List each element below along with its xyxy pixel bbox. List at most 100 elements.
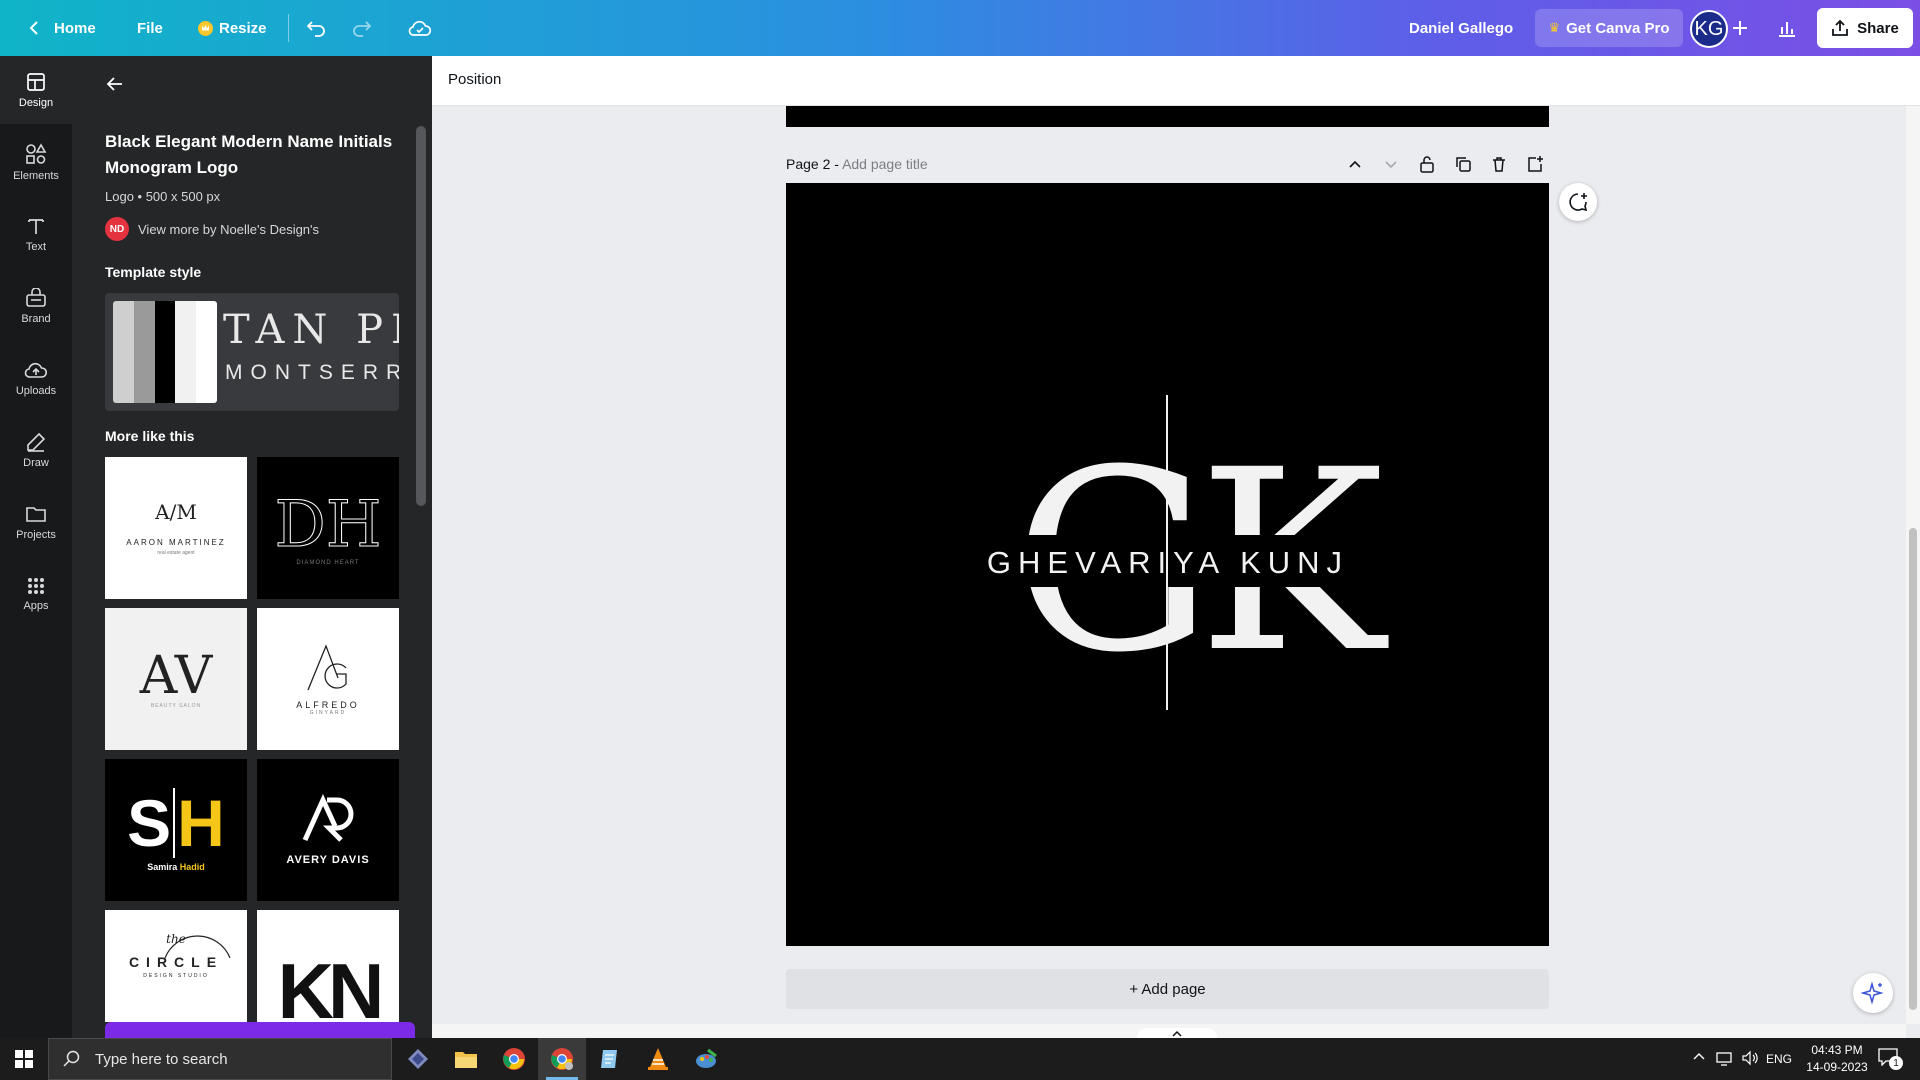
input-language[interactable]: ENG [1766,1052,1792,1066]
template-thumb-circle[interactable]: the CIRCLE DESIGN STUDIO [105,910,247,1022]
template-meta: Logo • 500 x 500 px [105,189,221,204]
chrome-icon [503,1048,525,1070]
user-name-label: Daniel Gallego [1409,19,1514,37]
network-icon [1716,1052,1732,1066]
undo-icon [306,21,325,37]
thumb-name: ALFREDO [296,700,360,710]
rail-item-apps[interactable]: Apps [0,560,72,628]
insights-button[interactable] [1777,0,1797,56]
notepad-icon [601,1050,617,1068]
template-thumb-kn[interactable]: KN [257,910,399,1022]
file-menu[interactable]: File [137,0,163,56]
undo-button[interactable] [305,0,327,56]
add-page-button[interactable]: + Add page [786,969,1549,1009]
back-button[interactable] [106,76,124,97]
template-thumb-aaron-martinez[interactable]: A/M AARON MARTINEZ real estate agent [105,457,247,599]
taskbar-vlc[interactable] [634,1038,682,1080]
elements-icon [26,142,47,164]
move-page-down-button[interactable] [1381,154,1401,179]
page-1-preview[interactable] [786,106,1549,127]
taskbar-file-explorer[interactable] [442,1038,490,1080]
rail-label: Text [25,240,47,253]
color-palette [113,301,217,403]
page-number: Page 2 - [786,156,839,172]
design-page-2[interactable]: G K GHEVARIYA KUNJ [786,183,1549,946]
rail-item-projects[interactable]: Projects [0,488,72,556]
taskbar-paint[interactable] [682,1038,730,1080]
taskbar-notes[interactable] [586,1038,634,1080]
left-rail: Design Elements Text Brand Uploads Draw … [0,56,72,1038]
resize-button[interactable]: Resize [198,0,267,56]
rail-label: Uploads [15,384,57,397]
notification-center-button[interactable]: 1 [1878,1048,1903,1070]
vertical-scroll-thumb[interactable] [1909,528,1917,1010]
thumb-name: AARON MARTINEZ [126,538,226,547]
share-button[interactable]: Share [1817,8,1913,48]
user-name[interactable]: Daniel Gallego [1409,0,1513,56]
apply-template-button[interactable] [105,1022,415,1038]
ad-monogram-icon [302,794,354,842]
thumb-monogram: DH [274,488,382,562]
style-font-sample-1: TAN PE [223,307,399,353]
pro-label: Get Canva Pro [1566,19,1670,37]
home-button[interactable]: Home [28,0,96,56]
cloud-check-icon [408,20,432,36]
arc-icon [164,935,231,958]
redo-button[interactable] [351,0,373,56]
resize-label: Resize [219,19,267,37]
rail-item-design[interactable]: Design [0,56,72,124]
get-canva-pro-button[interactable]: ♛ Get Canva Pro [1535,9,1683,47]
network-button[interactable] [1716,1050,1734,1071]
page-title-input[interactable]: Add page title [842,156,928,172]
taskbar-app-1[interactable] [394,1038,442,1080]
rail-item-text[interactable]: Text [0,200,72,268]
panel-scrollbar[interactable] [416,126,426,506]
search-icon [63,1050,80,1067]
taskbar-chrome-profile[interactable] [538,1038,586,1080]
position-button[interactable]: Position [448,71,501,88]
magic-assistant-button[interactable] [1853,973,1893,1013]
home-label: Home [54,19,96,37]
template-thumb-avery-davis[interactable]: AVERY DAVIS [257,759,399,901]
template-thumb-alfredo[interactable]: ALFREDO GINYARD [257,608,399,750]
author-link[interactable]: ND View more by Noelle's Design's [105,217,319,241]
rail-item-elements[interactable]: Elements [0,128,72,196]
sparkle-icon [1861,981,1884,1005]
logo-name-text: GHEVARIYA KUNJ [987,545,1349,580]
template-thumb-diamond-heart[interactable]: DH DIAMOND HEART [257,457,399,599]
rail-item-brand[interactable]: Brand [0,272,72,340]
clock-date[interactable]: 14-09-2023 [1802,1060,1872,1074]
page-label: Page 2 - Add page title [786,156,928,172]
clock-time[interactable]: 04:43 PM [1802,1043,1872,1057]
start-button[interactable] [0,1038,48,1080]
folder-icon [455,1052,477,1068]
delete-page-button[interactable] [1489,154,1509,179]
save-status-button[interactable] [408,0,432,56]
add-new-page-button[interactable] [1525,154,1545,179]
trash-icon [1493,157,1505,172]
avatar[interactable]: KG [1690,10,1728,48]
taskbar-search[interactable]: Type here to search [48,1038,392,1080]
template-thumb-samira-hadid[interactable]: S H Samira Hadid [105,759,247,901]
add-comment-button[interactable] [1559,183,1597,221]
template-thumb-av[interactable]: AV BEAUTY SALON [105,608,247,750]
volume-button[interactable] [1741,1050,1759,1071]
add-member-button[interactable] [1732,0,1748,56]
thumb-name: Samira Hadid [147,862,205,872]
palette-icon [696,1048,717,1068]
lock-page-button[interactable] [1417,154,1437,179]
rail-label: Elements [13,169,59,182]
template-style-card[interactable]: TAN PE MONTSERR [105,293,399,411]
projects-icon [26,506,46,522]
tray-overflow-button[interactable] [1692,1050,1706,1069]
rail-item-uploads[interactable]: Uploads [0,344,72,412]
rail-item-draw[interactable]: Draw [0,416,72,484]
move-page-up-button[interactable] [1345,154,1365,179]
thumb-last-name: Hadid [179,862,205,872]
thumb-sub: BEAUTY SALON [150,703,202,709]
taskbar-chrome[interactable] [490,1038,538,1080]
thumb-sub: DESIGN STUDIO [143,973,209,979]
duplicate-page-button[interactable] [1453,154,1473,179]
duplicate-icon [1456,157,1471,172]
windows-taskbar: Type here to search ENG 04:43 PM 14-09-2… [0,1038,1920,1080]
